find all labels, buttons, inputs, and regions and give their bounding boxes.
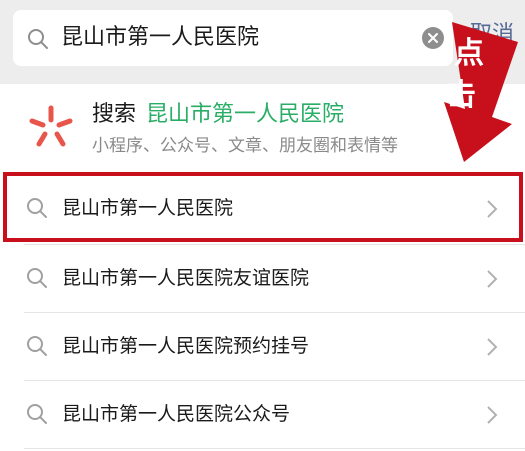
tap-label-1: 点 — [454, 36, 484, 71]
chevron-right-icon — [487, 338, 498, 356]
result-label: 昆山市第一人民医院友谊医院 — [62, 267, 310, 289]
result-row[interactable]: 昆山市第一人民医院公众号 — [0, 381, 525, 448]
search-input[interactable]: 昆山市第一人民医院 — [13, 10, 453, 66]
search-icon — [27, 268, 47, 288]
result-label: 昆山市第一人民医院预约挂号 — [62, 335, 310, 357]
chevron-right-icon — [487, 406, 498, 424]
suggestion-highlight: 昆山市第一人民医院 — [146, 102, 345, 127]
search-icon — [27, 336, 47, 356]
search-icon — [28, 29, 48, 49]
chevron-right-icon — [487, 270, 498, 288]
tap-label-2: 击 — [446, 78, 476, 113]
suggestion-keyword: 搜索 — [92, 102, 137, 127]
search-query-text: 昆山市第一人民医院 — [61, 25, 260, 50]
wechat-search-logo-icon — [29, 105, 73, 147]
result-label: 昆山市第一人民医院公众号 — [62, 403, 291, 425]
divider — [24, 448, 525, 449]
suggestion-subtitle: 小程序、公众号、文章、朋友圈和表情等 — [92, 136, 398, 156]
search-icon — [27, 404, 47, 424]
suggestion-title: 搜索 昆山市第一人民医院 — [92, 100, 344, 130]
highlight-box — [3, 172, 523, 242]
result-row[interactable]: 昆山市第一人民医院预约挂号 — [0, 313, 525, 380]
tap-annotation: 点 击 — [408, 22, 518, 162]
result-row[interactable]: 昆山市第一人民医院友谊医院 — [0, 245, 525, 312]
